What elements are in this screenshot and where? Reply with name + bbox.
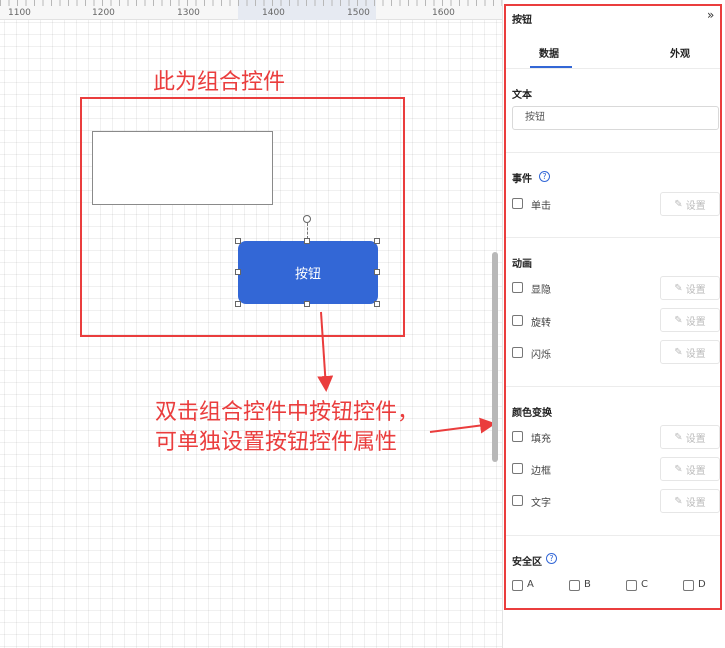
- rotation-connector: [307, 223, 308, 239]
- checkbox-label-rotate: 旋转: [531, 318, 551, 329]
- resize-handle-ne[interactable]: [374, 238, 380, 244]
- hint-text-line-2: 可单独设置按钮控件属性: [155, 430, 398, 455]
- setting-button-fill[interactable]: ✎ 设置: [660, 425, 720, 449]
- resize-handle-n[interactable]: [304, 238, 310, 244]
- checkbox-label-c: C: [641, 579, 648, 590]
- resize-handle-sw[interactable]: [235, 301, 241, 307]
- resize-handle-s[interactable]: [304, 301, 310, 307]
- setting-button-label: 设置: [685, 316, 706, 328]
- setting-button-label: 设置: [685, 465, 706, 477]
- event-section-label: 事件: [512, 174, 532, 185]
- ruler-label: 1200: [92, 8, 115, 18]
- tab-data[interactable]: 数据: [539, 45, 559, 60]
- color-section-label: 颜色变换: [512, 408, 552, 419]
- checkbox-safe-zone-b[interactable]: [569, 580, 580, 591]
- edit-icon: ✎: [674, 346, 683, 358]
- setting-button-rotate[interactable]: ✎ 设置: [660, 308, 720, 332]
- rotate-handle[interactable]: [303, 215, 311, 223]
- checkbox-safe-zone-c[interactable]: [626, 580, 637, 591]
- text-section-label: 文本: [512, 90, 532, 101]
- checkbox-label-border: 边框: [531, 466, 551, 477]
- ruler-label: 1300: [177, 8, 200, 18]
- section-divider: [506, 237, 720, 238]
- checkbox-label-a: A: [527, 579, 534, 590]
- checkbox-label-click: 单击: [531, 201, 551, 212]
- animation-section-label: 动画: [512, 259, 532, 270]
- setting-button-blink[interactable]: ✎ 设置: [660, 340, 720, 364]
- button-widget-label: 按钮: [294, 267, 321, 282]
- edit-icon: ✎: [674, 198, 683, 210]
- vertical-scrollbar[interactable]: [492, 252, 498, 462]
- design-canvas[interactable]: 1100 1200 1300 1400 1500 1600 此为组合控件 按钮 …: [0, 0, 502, 648]
- resize-handle-se[interactable]: [374, 301, 380, 307]
- checkbox-blink[interactable]: [512, 347, 523, 358]
- checkbox-show-hide[interactable]: [512, 282, 523, 293]
- edit-icon: ✎: [674, 314, 683, 326]
- setting-button-label: 设置: [685, 200, 706, 212]
- resize-handle-w[interactable]: [235, 269, 241, 275]
- edit-icon: ✎: [674, 463, 683, 475]
- ruler-label: 1600: [432, 8, 455, 18]
- setting-button-click[interactable]: ✎ 设置: [660, 192, 720, 216]
- safe-zone-section-label: 安全区: [512, 557, 542, 568]
- ruler-label: 1500: [347, 8, 370, 18]
- panel-title: 按钮: [512, 15, 532, 26]
- section-divider: [506, 535, 720, 536]
- ruler-label: 1400: [262, 8, 285, 18]
- checkbox-click[interactable]: [512, 198, 523, 209]
- checkbox-safe-zone-d[interactable]: [683, 580, 694, 591]
- collapse-panel-icon[interactable]: »: [707, 8, 714, 22]
- checkbox-label-fill: 填充: [531, 434, 551, 445]
- section-divider: [506, 152, 720, 153]
- group-annotation-text: 此为组合控件: [153, 70, 286, 95]
- checkbox-rotate[interactable]: [512, 315, 523, 326]
- resize-handle-nw[interactable]: [235, 238, 241, 244]
- checkbox-label-b: B: [584, 579, 591, 590]
- edit-icon: ✎: [674, 282, 683, 294]
- ruler-ticks: [0, 0, 502, 6]
- checkbox-label-text: 文字: [531, 498, 551, 509]
- help-icon[interactable]: ?: [546, 553, 557, 564]
- checkbox-border[interactable]: [512, 463, 523, 474]
- checkbox-safe-zone-a[interactable]: [512, 580, 523, 591]
- checkbox-text[interactable]: [512, 495, 523, 506]
- setting-button-border[interactable]: ✎ 设置: [660, 457, 720, 481]
- setting-button-label: 设置: [685, 284, 706, 296]
- setting-button-text[interactable]: ✎ 设置: [660, 489, 720, 513]
- setting-button-show-hide[interactable]: ✎ 设置: [660, 276, 720, 300]
- setting-button-label: 设置: [685, 497, 706, 509]
- setting-button-label: 设置: [685, 348, 706, 360]
- checkbox-label-show-hide: 显隐: [531, 285, 551, 296]
- setting-button-label: 设置: [685, 433, 706, 445]
- ruler-label: 1100: [8, 8, 31, 18]
- button-widget[interactable]: 按钮: [238, 241, 378, 304]
- tab-appearance[interactable]: 外观: [670, 45, 690, 60]
- resize-handle-e[interactable]: [374, 269, 380, 275]
- edit-icon: ✎: [674, 495, 683, 507]
- text-input[interactable]: 按钮: [512, 106, 719, 130]
- help-icon[interactable]: ?: [539, 171, 550, 182]
- checkbox-label-d: D: [698, 579, 706, 590]
- checkbox-fill[interactable]: [512, 431, 523, 442]
- section-divider: [506, 386, 720, 387]
- edit-icon: ✎: [674, 431, 683, 443]
- checkbox-label-blink: 闪烁: [531, 350, 551, 361]
- arrow-right: [429, 417, 496, 434]
- hint-text-line-1: 双击组合控件中按钮控件，: [155, 400, 420, 425]
- horizontal-ruler: 1100 1200 1300 1400 1500 1600: [0, 0, 502, 20]
- rectangle-shape[interactable]: [92, 131, 273, 205]
- tab-divider: [506, 68, 720, 69]
